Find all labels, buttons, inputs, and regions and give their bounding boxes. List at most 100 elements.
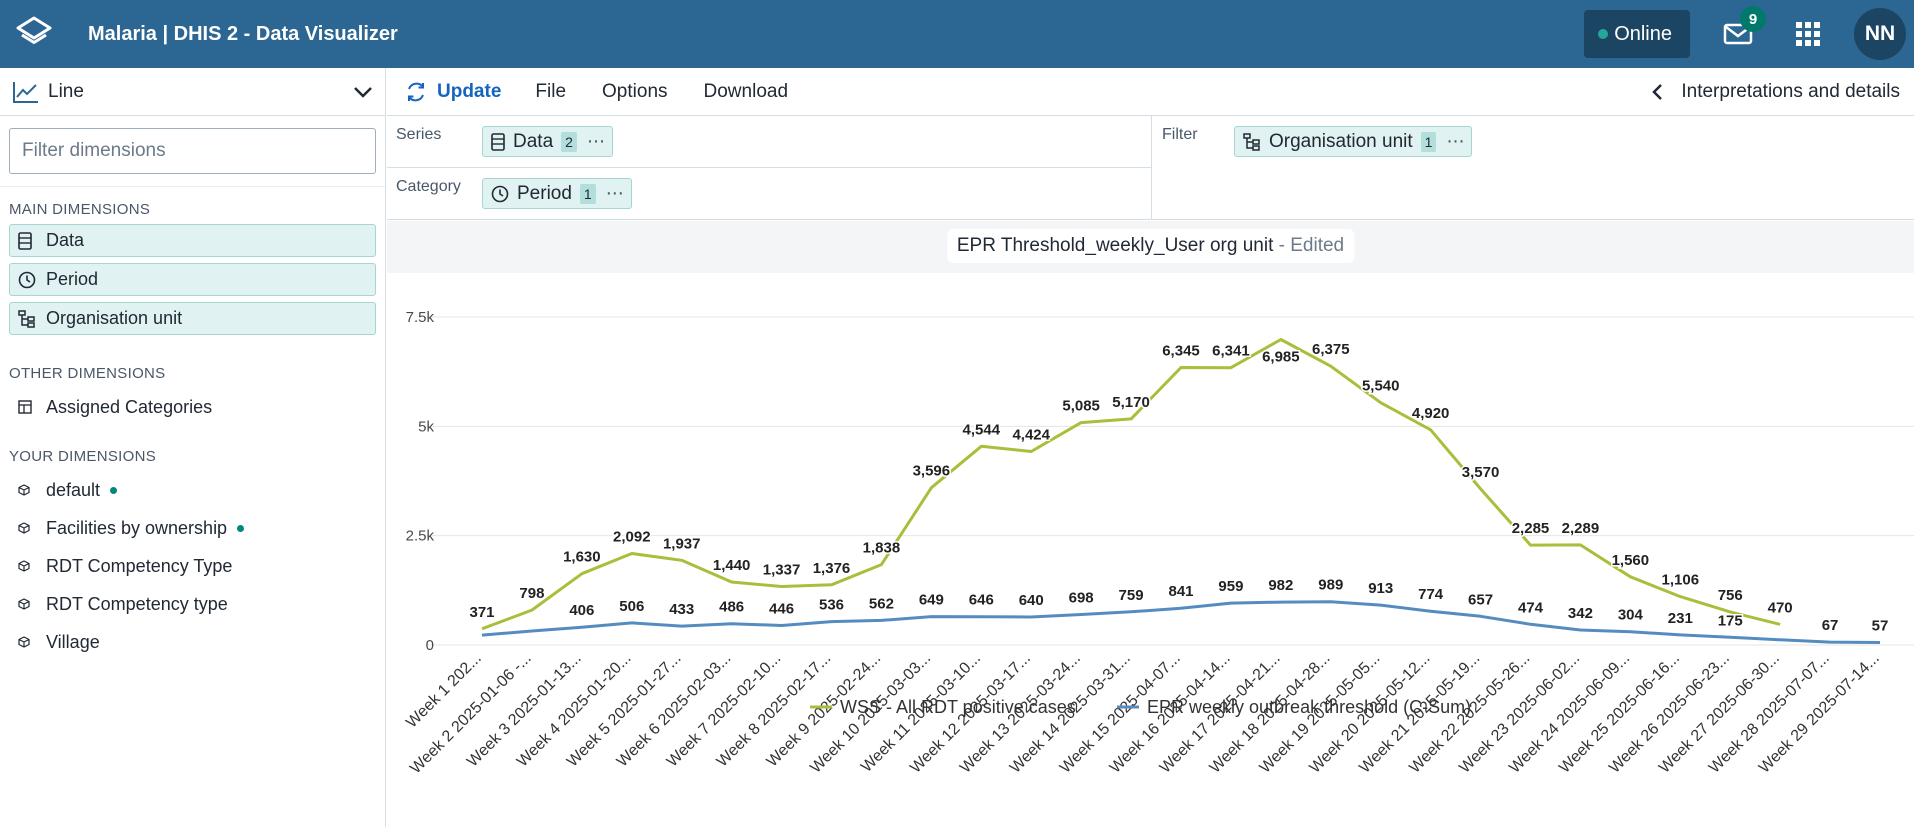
data-label: 759 (1119, 587, 1144, 604)
data-label: 841 (1168, 583, 1193, 600)
data-label: 1,106 (1662, 572, 1700, 589)
chart-area: EPR Threshold_weekly_User org unit - Edi… (387, 221, 1914, 827)
dimension-assigned-categories[interactable]: Assigned Categories (0, 388, 385, 426)
data-label: 3,570 (1462, 464, 1500, 481)
messages-button[interactable]: 9 (1714, 6, 1766, 58)
series-data-chip[interactable]: Data 2 ⋯ (482, 126, 613, 157)
your-dimensions-title: YOUR DIMENSIONS (9, 448, 157, 465)
dimension-rdt-competency-type[interactable]: RDT Competency Type (0, 547, 385, 585)
other-dimensions-title: OTHER DIMENSIONS (9, 365, 166, 382)
legend-item: EPR weekly outbreak threshold (C-Sum) (1147, 697, 1471, 717)
y-tick-label: 7.5k (406, 309, 435, 326)
line-chart-icon (13, 81, 38, 103)
legend-item: WSS - All RDT positive cases (840, 697, 1076, 717)
divider (0, 186, 385, 187)
data-label: 474 (1518, 599, 1544, 616)
online-dot-icon (1598, 29, 1609, 39)
data-label: 657 (1468, 591, 1493, 608)
apps-grid-icon (1796, 22, 1820, 46)
interpretations-toggle[interactable]: Interpretations and details (1651, 68, 1900, 116)
dimension-village[interactable]: Village (0, 623, 385, 661)
file-menu[interactable]: File (535, 81, 566, 103)
main-dimensions-title: MAIN DIMENSIONS (9, 201, 151, 218)
dimension-facilities-by-ownership[interactable]: Facilities by ownership (0, 509, 385, 547)
interpretations-label: Interpretations and details (1681, 81, 1900, 102)
filter-axis-label: Filter (1162, 126, 1198, 143)
mail-count-badge: 9 (1740, 6, 1766, 32)
filter-axis: Filter Organisation unit 1 ⋯ (1153, 116, 1914, 220)
category-period-chip[interactable]: Period 1 ⋯ (482, 178, 632, 209)
data-label: 1,337 (763, 562, 801, 579)
data-label: 4,424 (1012, 427, 1050, 444)
data-label: 371 (469, 604, 494, 621)
options-menu[interactable]: Options (602, 81, 667, 103)
y-tick-label: 2.5k (406, 528, 435, 545)
filter-dimensions-input[interactable] (22, 140, 363, 162)
clock-icon (491, 185, 509, 203)
series-line-1 (481, 338, 1781, 631)
data-label: 6,985 (1262, 349, 1300, 366)
data-label: 6,341 (1212, 343, 1250, 360)
chip-count-badge: 1 (579, 183, 596, 204)
user-avatar[interactable]: NN (1854, 8, 1906, 60)
data-label: 1,376 (813, 560, 851, 577)
dimension-default[interactable]: default (0, 471, 385, 509)
data-label: 6,345 (1162, 343, 1200, 360)
chip-count-badge: 2 (561, 131, 577, 152)
data-label: 175 (1718, 612, 1743, 629)
cube-icon (18, 560, 34, 572)
data-label: 506 (619, 598, 644, 615)
data-label: 3,596 (913, 463, 951, 480)
y-tick-label: 5k (418, 418, 434, 435)
dimension-data[interactable]: Data (9, 224, 376, 257)
layout-panel: Series Data 2 ⋯ Category Period 1 ⋯ Filt… (387, 116, 1914, 220)
dimension-label: Assigned Categories (46, 396, 213, 417)
apps-menu-button[interactable] (1784, 10, 1832, 58)
dimension-label: Village (46, 631, 100, 652)
dimension-label: Facilities by ownership (46, 517, 228, 538)
data-label: 640 (1019, 592, 1044, 609)
category-axis-label: Category (396, 178, 461, 195)
data-label: 649 (919, 592, 944, 609)
data-icon (491, 132, 505, 151)
data-label: 1,838 (863, 540, 901, 557)
data-label: 304 (1618, 607, 1644, 624)
dimension-label: RDT Competency Type (46, 555, 233, 576)
series-axis-label: Series (396, 126, 442, 143)
online-status[interactable]: Online (1584, 10, 1690, 58)
data-label: 4,544 (963, 421, 1001, 438)
data-label: 57 (1872, 618, 1889, 635)
more-options-icon[interactable]: ⋯ (1446, 131, 1465, 152)
data-label: 67 (1822, 617, 1839, 634)
dhis2-logo-icon[interactable] (0, 0, 68, 68)
data-label: 536 (819, 597, 844, 614)
filter-orgunit-chip[interactable]: Organisation unit 1 ⋯ (1234, 126, 1473, 157)
data-label: 646 (969, 592, 994, 609)
dimension-label: Data (46, 230, 85, 250)
org-tree-icon (1243, 132, 1261, 151)
dimension-label: Organisation unit (46, 308, 183, 328)
more-options-icon[interactable]: ⋯ (606, 183, 625, 204)
more-options-icon[interactable]: ⋯ (587, 131, 606, 152)
data-label: 5,540 (1362, 378, 1400, 395)
chevron-left-icon (1652, 84, 1663, 100)
filter-dimensions-field[interactable] (9, 128, 376, 174)
data-label: 470 (1768, 599, 1793, 616)
menubar: Update File Options Download Interpretat… (387, 68, 1914, 116)
data-label: 2,289 (1562, 520, 1600, 537)
dimension-period[interactable]: Period (9, 263, 376, 296)
chevron-down-icon (354, 86, 372, 98)
data-label: 2,092 (613, 529, 651, 546)
visualization-type-selector[interactable]: Line (0, 68, 385, 116)
data-label: 406 (569, 602, 594, 619)
update-icon (408, 82, 424, 101)
data-label: 4,920 (1412, 405, 1450, 422)
data-label: 756 (1718, 587, 1743, 604)
data-label: 698 (1069, 589, 1094, 606)
update-button[interactable]: Update (405, 81, 501, 103)
dimension-organisation-unit[interactable]: Organisation unit (9, 302, 376, 335)
dimension-rdt-competency-type[interactable]: RDT Competency type (0, 585, 385, 623)
download-menu[interactable]: Download (704, 81, 789, 103)
chip-label: Period (517, 182, 572, 204)
data-label: 1,937 (663, 535, 701, 552)
